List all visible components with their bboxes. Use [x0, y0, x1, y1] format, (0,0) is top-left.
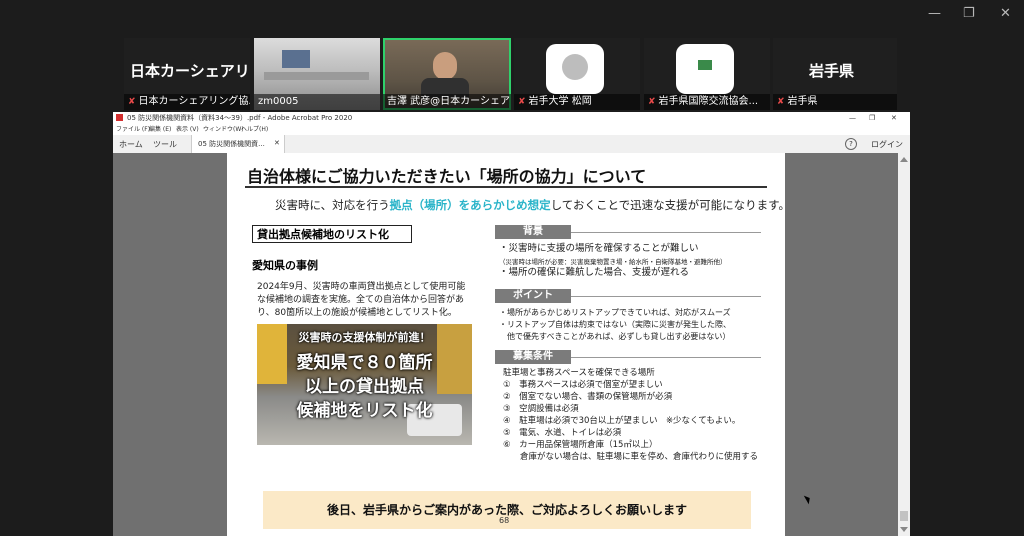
- slide-title: 自治体様にご協力いただきたい「場所の協力」について: [247, 167, 647, 186]
- condition-item: ⑥ カー用品保管場所倉庫（15㎡以上）: [503, 440, 658, 450]
- acrobat-titlebar: 05 防災関係機関資料（資料34〜39）.pdf - Adobe Acrobat…: [113, 112, 910, 124]
- pdf-page: 自治体様にご協力いただきたい「場所の協力」について 災害時に、対応を行う拠点（場…: [227, 153, 790, 536]
- background-item: ・災害時に支援の場所を確保することが難しい: [499, 243, 699, 254]
- acro-restore-button[interactable]: ❐: [869, 112, 875, 124]
- minimize-button[interactable]: —: [928, 6, 941, 21]
- menu-window[interactable]: ウィンドウ(W): [203, 124, 244, 135]
- photo-caption-3: 以上の貸出拠点: [305, 377, 424, 397]
- tab-close-icon[interactable]: ✕: [274, 139, 280, 147]
- condition-item: ③ 空調設備は必須: [503, 404, 579, 414]
- scroll-down-icon[interactable]: [900, 527, 908, 532]
- avatar: [676, 44, 734, 94]
- participant-name: 岩手県国際交流協会...: [658, 96, 759, 107]
- mouse-cursor-icon: [803, 493, 813, 505]
- participant-tile[interactable]: ✘ 岩手県国際交流協会...: [644, 38, 770, 110]
- participant-name: 岩手大学 松岡: [528, 96, 592, 107]
- condition-item: ② 個室でない場合、書類の保管場所が必須: [503, 392, 673, 402]
- tab-bar: ホーム ツール 05 防災関係機関資... ✕ ? ログイン: [113, 135, 910, 154]
- slide-subtitle: 災害時に、対応を行う拠点（場所）をあらかじめ想定しておくことで迅速な支援が可能に…: [275, 197, 790, 213]
- tab-tools[interactable]: ツール: [153, 139, 177, 150]
- logo-icon: [698, 60, 712, 70]
- room-table: [264, 72, 369, 80]
- subtitle-prefix: 災害時に、対応を行う: [275, 198, 390, 212]
- participant-name: 吉澤 武彦@日本カーシェア...: [387, 96, 511, 107]
- restore-button[interactable]: ❐: [963, 6, 975, 21]
- participant-big-label: 岩手県: [809, 62, 855, 80]
- menu-help[interactable]: ヘルプ(H): [241, 124, 268, 135]
- mic-muted-icon: ✘: [128, 97, 136, 107]
- participant-tile[interactable]: 日本カーシェアリ... ✘日本カーシェアリング協...: [124, 38, 250, 110]
- section-header-background: 背景: [495, 225, 571, 239]
- participant-tile[interactable]: 岩手県 ✘ 岩手県: [773, 38, 897, 110]
- subtitle-highlight: 拠点（場所）をあらかじめ想定: [389, 198, 551, 212]
- case-body: 2024年9月、災害時の車両貸出拠点として使用可能な候補地の調査を実施。全ての自…: [257, 282, 466, 318]
- condition-item: ⑤ 電気、水道、トイレは必須: [503, 428, 622, 438]
- photo-caption-2: 愛知県で８０箇所: [296, 353, 433, 373]
- acrobat-logo-icon: [116, 114, 123, 121]
- photo-caption-1: 災害時の支援体制が前進！: [298, 331, 431, 344]
- point-item: ・リストアップ自体は約束ではない（実際に災害が発生した際、: [499, 320, 731, 329]
- document-viewer: 自治体様にご協力いただきたい「場所の協力」について 災害時に、対応を行う拠点（場…: [113, 153, 910, 536]
- condition-item: ④ 駐車場は必須で30台以上が望ましい ※少なくてもよい。: [503, 416, 741, 426]
- menu-file[interactable]: ファイル (F): [116, 124, 150, 135]
- tab-document[interactable]: 05 防災関係機関資... ✕: [191, 135, 285, 153]
- photo-caption-4: 候補地をリスト化: [296, 401, 433, 421]
- window-title: 05 防災関係機関資料（資料34〜39）.pdf - Adobe Acrobat…: [127, 114, 353, 122]
- condition-item: ① 事務スペースは必須で個室が望ましい: [503, 380, 663, 390]
- mic-muted-icon: ✘: [648, 97, 656, 107]
- participant-tile[interactable]: zm0005: [254, 38, 380, 110]
- avatar: [433, 52, 457, 80]
- participant-name: 岩手県: [787, 96, 818, 107]
- background-item: ・場所の確保に難航した場合、支援が遅れる: [499, 267, 690, 278]
- mascot-icon: [562, 54, 588, 80]
- left-section-header: 貸出拠点候補地のリスト化: [252, 225, 412, 243]
- help-icon[interactable]: ?: [845, 138, 857, 150]
- participant-name: zm0005: [258, 96, 299, 107]
- room-screen: [282, 50, 310, 68]
- participant-name: 日本カーシェアリング協...: [138, 96, 250, 107]
- point-item: 他で優先すべきことがあれば、必ずしも貸し出す必要はない）: [499, 332, 731, 341]
- vertical-scrollbar[interactable]: [898, 153, 910, 536]
- point-item: ・場所があらかじめリストアップできていれば、対応がスムーズ: [499, 308, 731, 317]
- subtitle-suffix: しておくことで迅速な支援が可能になります。: [550, 198, 790, 212]
- participant-tile-active[interactable]: 吉澤 武彦@日本カーシェア...: [383, 38, 511, 110]
- conditions-intro: 駐車場と事務スペースを確保できる場所: [503, 368, 655, 378]
- acrobat-window: 05 防災関係機関資料（資料34〜39）.pdf - Adobe Acrobat…: [113, 112, 910, 536]
- acro-minimize-button[interactable]: —: [849, 112, 856, 124]
- menu-bar: ファイル (F) 編集 (E) 表示 (V) ウィンドウ(W) ヘルプ(H): [113, 124, 910, 135]
- tab-document-label: 05 防災関係機関資...: [198, 140, 265, 148]
- acro-close-button[interactable]: ✕: [891, 112, 897, 124]
- participant-tile[interactable]: ✘ 岩手大学 松岡: [514, 38, 640, 110]
- tab-home[interactable]: ホーム: [119, 139, 143, 150]
- case-title: 愛知県の事例: [252, 259, 318, 272]
- section-header-point: ポイント: [495, 289, 571, 303]
- scroll-thumb[interactable]: [900, 511, 908, 521]
- title-divider: [245, 186, 767, 188]
- menu-edit[interactable]: 編集 (E): [149, 124, 171, 135]
- section-header-conditions: 募集条件: [495, 350, 571, 364]
- page-number: 68: [499, 516, 510, 525]
- scroll-up-icon[interactable]: [900, 157, 908, 162]
- menu-view[interactable]: 表示 (V): [176, 124, 199, 135]
- login-link[interactable]: ログイン: [871, 139, 903, 150]
- condition-item: 倉庫がない場合は、駐車場に車を停め、倉庫代わりに使用する: [503, 452, 759, 462]
- section-divider: [571, 296, 761, 297]
- section-divider: [571, 357, 761, 358]
- case-photo: 災害時の支援体制が前進！ 愛知県で８０箇所 以上の貸出拠点 候補地をリスト化: [257, 324, 472, 445]
- mic-muted-icon: ✘: [777, 97, 785, 107]
- section-divider: [571, 232, 761, 233]
- mic-muted-icon: ✘: [518, 97, 526, 107]
- participant-org-label: 日本カーシェアリ...: [130, 62, 250, 80]
- close-button[interactable]: ✕: [1000, 6, 1011, 21]
- avatar: [546, 44, 604, 94]
